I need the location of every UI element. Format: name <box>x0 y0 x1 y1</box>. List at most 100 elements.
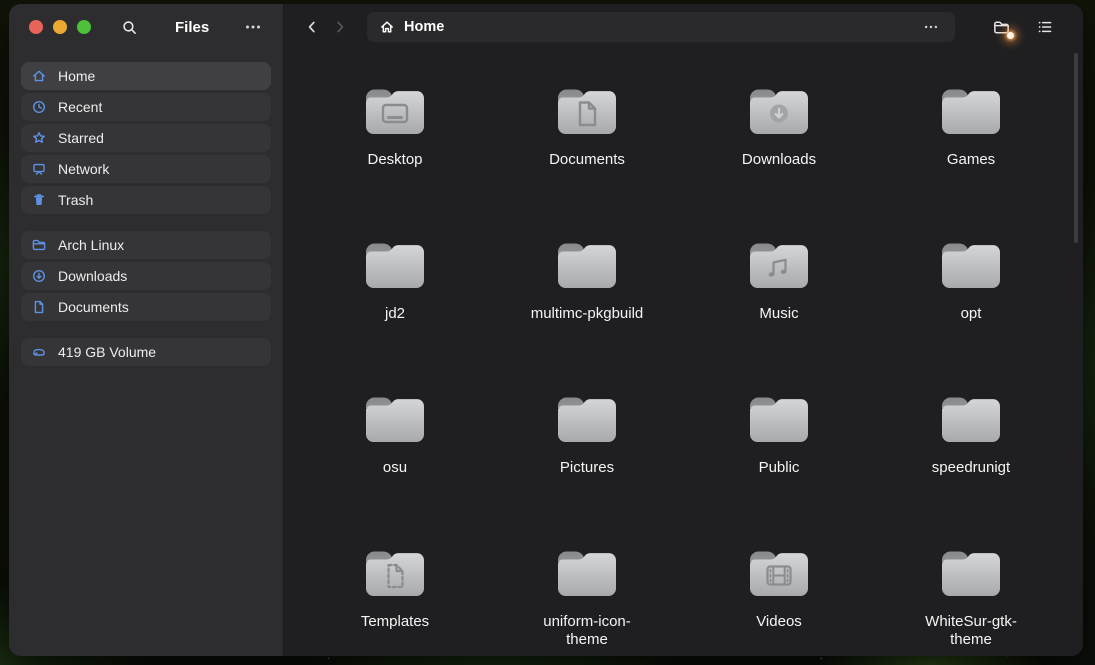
folder-icon <box>553 392 621 446</box>
file-name-label: multimc-pkgbuild <box>531 305 644 323</box>
grid-item[interactable]: Desktop <box>299 84 491 238</box>
file-name-label: Games <box>947 151 995 169</box>
grid-item[interactable]: Pictures <box>491 392 683 546</box>
file-name-label: Videos <box>756 613 802 631</box>
app-title: Files <box>175 19 209 36</box>
file-grid: Desktop <box>284 50 1083 656</box>
sidebar-item-label: Arch Linux <box>58 237 124 253</box>
vertical-scrollbar[interactable] <box>1074 53 1078 243</box>
grid-item[interactable]: WhiteSur-gtk-theme <box>875 546 1067 656</box>
folder-icon <box>937 392 1005 446</box>
sidebar-places: Home <box>21 62 271 214</box>
folder-icon <box>553 84 621 138</box>
path-bar[interactable]: Home <box>367 12 955 42</box>
folder-icon <box>745 546 813 600</box>
grid-item[interactable]: Templates <box>299 546 491 656</box>
path-menu-button[interactable] <box>919 15 943 39</box>
file-name-label: jd2 <box>385 305 405 323</box>
grid-item[interactable]: opt <box>875 238 1067 392</box>
folder-icon <box>937 546 1005 600</box>
sidebar-titlebar: Files <box>9 4 283 50</box>
sidebar-list: Home <box>9 50 283 369</box>
sidebar: Files <box>9 4 284 656</box>
path-label: Home <box>404 19 444 35</box>
sidebar-item-label: Recent <box>58 99 102 115</box>
view-list-button[interactable] <box>1031 13 1059 41</box>
folder-icon <box>553 238 621 292</box>
folder-icon <box>745 238 813 292</box>
sidebar-item[interactable]: Recent <box>21 93 271 121</box>
sidebar-item[interactable]: Documents <box>21 293 271 321</box>
sidebar-item-icon <box>31 161 47 177</box>
grid-item[interactable]: Public <box>683 392 875 546</box>
grid-item[interactable]: multimc-pkgbuild <box>491 238 683 392</box>
file-name-label: uniform-icon-theme <box>525 613 649 649</box>
grid-item[interactable]: Games <box>875 84 1067 238</box>
sidebar-item-label: Downloads <box>58 268 127 284</box>
file-name-label: osu <box>383 459 407 477</box>
folder-icon <box>361 392 429 446</box>
sidebar-item[interactable]: Downloads <box>21 262 271 290</box>
headerbar: Home <box>284 4 1083 50</box>
sidebar-devices: 419 GB Volume <box>21 338 271 366</box>
sidebar-item[interactable]: 419 GB Volume <box>21 338 271 366</box>
sidebar-item-label: Documents <box>58 299 129 315</box>
header-actions <box>987 13 1059 41</box>
grid-item[interactable]: Downloads <box>683 84 875 238</box>
sidebar-item-icon <box>31 237 47 253</box>
folder-icon <box>937 238 1005 292</box>
files-window: Files <box>9 4 1083 656</box>
drive-icon <box>31 344 47 360</box>
sidebar-item[interactable]: Arch Linux <box>21 231 271 259</box>
grid-item[interactable]: speedrunigt <box>875 392 1067 546</box>
sidebar-item[interactable]: Starred <box>21 124 271 152</box>
folder-icon <box>745 84 813 138</box>
sidebar-bookmarks: Arch Linux Downloads <box>21 231 271 321</box>
sidebar-item-label: 419 GB Volume <box>58 344 156 360</box>
file-name-label: Desktop <box>367 151 422 169</box>
sidebar-item-icon <box>31 68 47 84</box>
sidebar-item[interactable]: Home <box>21 62 271 90</box>
back-button[interactable] <box>298 13 326 41</box>
sidebar-item[interactable]: Trash <box>21 186 271 214</box>
file-grid-area: Desktop <box>284 50 1083 656</box>
search-button[interactable] <box>115 13 143 41</box>
sidebar-menu-button[interactable] <box>239 13 267 41</box>
ellipsis-icon <box>923 19 939 35</box>
grid-item[interactable]: osu <box>299 392 491 546</box>
file-name-label: speedrunigt <box>932 459 1010 477</box>
grid-item[interactable]: jd2 <box>299 238 491 392</box>
window-controls <box>29 20 91 34</box>
download-emblem-icon <box>770 105 788 123</box>
search-icon <box>121 19 138 36</box>
home-icon <box>379 19 395 35</box>
sidebar-item-icon <box>31 192 47 208</box>
folder-icon <box>361 546 429 600</box>
sidebar-item-icon <box>31 130 47 146</box>
ellipsis-icon <box>244 18 262 36</box>
sidebar-item-icon <box>31 299 47 315</box>
file-name-label: WhiteSur-gtk-theme <box>909 613 1033 649</box>
grid-item[interactable]: Music <box>683 238 875 392</box>
grid-item[interactable]: Documents <box>491 84 683 238</box>
file-name-label: opt <box>961 305 982 323</box>
grid-item[interactable]: uniform-icon-theme <box>491 546 683 656</box>
file-name-label: Public <box>759 459 800 477</box>
folder-icon <box>361 84 429 138</box>
new-folder-button[interactable] <box>987 13 1015 41</box>
minimize-button[interactable] <box>53 20 67 34</box>
folder-icon <box>937 84 1005 138</box>
folder-icon <box>745 392 813 446</box>
chevron-right-icon <box>332 19 348 35</box>
file-name-label: Templates <box>361 613 429 631</box>
forward-button[interactable] <box>326 13 354 41</box>
close-button[interactable] <box>29 20 43 34</box>
maximize-button[interactable] <box>77 20 91 34</box>
sidebar-item[interactable]: Network <box>21 155 271 183</box>
file-name-label: Pictures <box>560 459 614 477</box>
main-pane: Home <box>284 4 1083 656</box>
sidebar-item-label: Trash <box>58 192 93 208</box>
grid-item[interactable]: Videos <box>683 546 875 656</box>
sidebar-item-label: Network <box>58 161 109 177</box>
file-name-label: Downloads <box>742 151 816 169</box>
